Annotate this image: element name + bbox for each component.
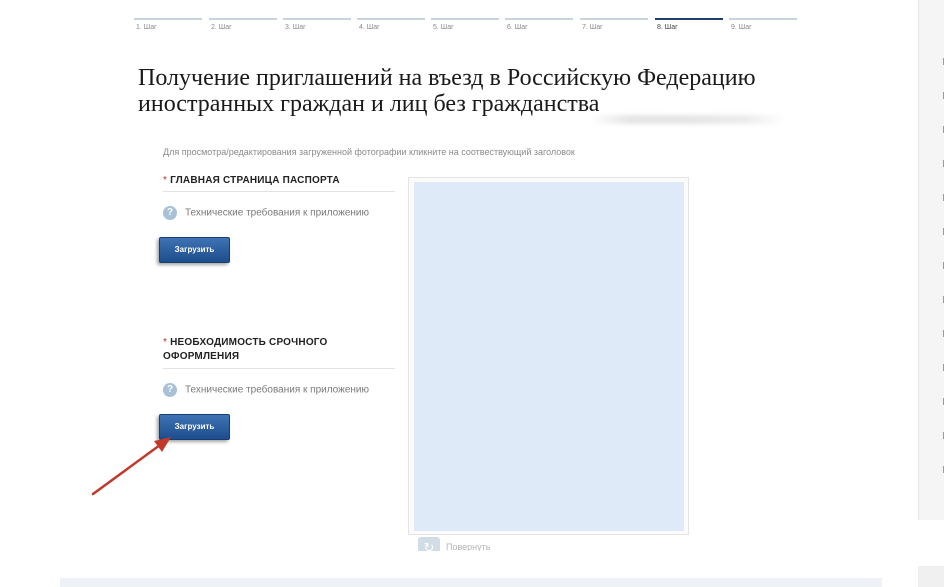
annotation-arrow (91, 437, 171, 496)
arrow-shaft (91, 443, 162, 496)
arrow-head (154, 437, 171, 452)
